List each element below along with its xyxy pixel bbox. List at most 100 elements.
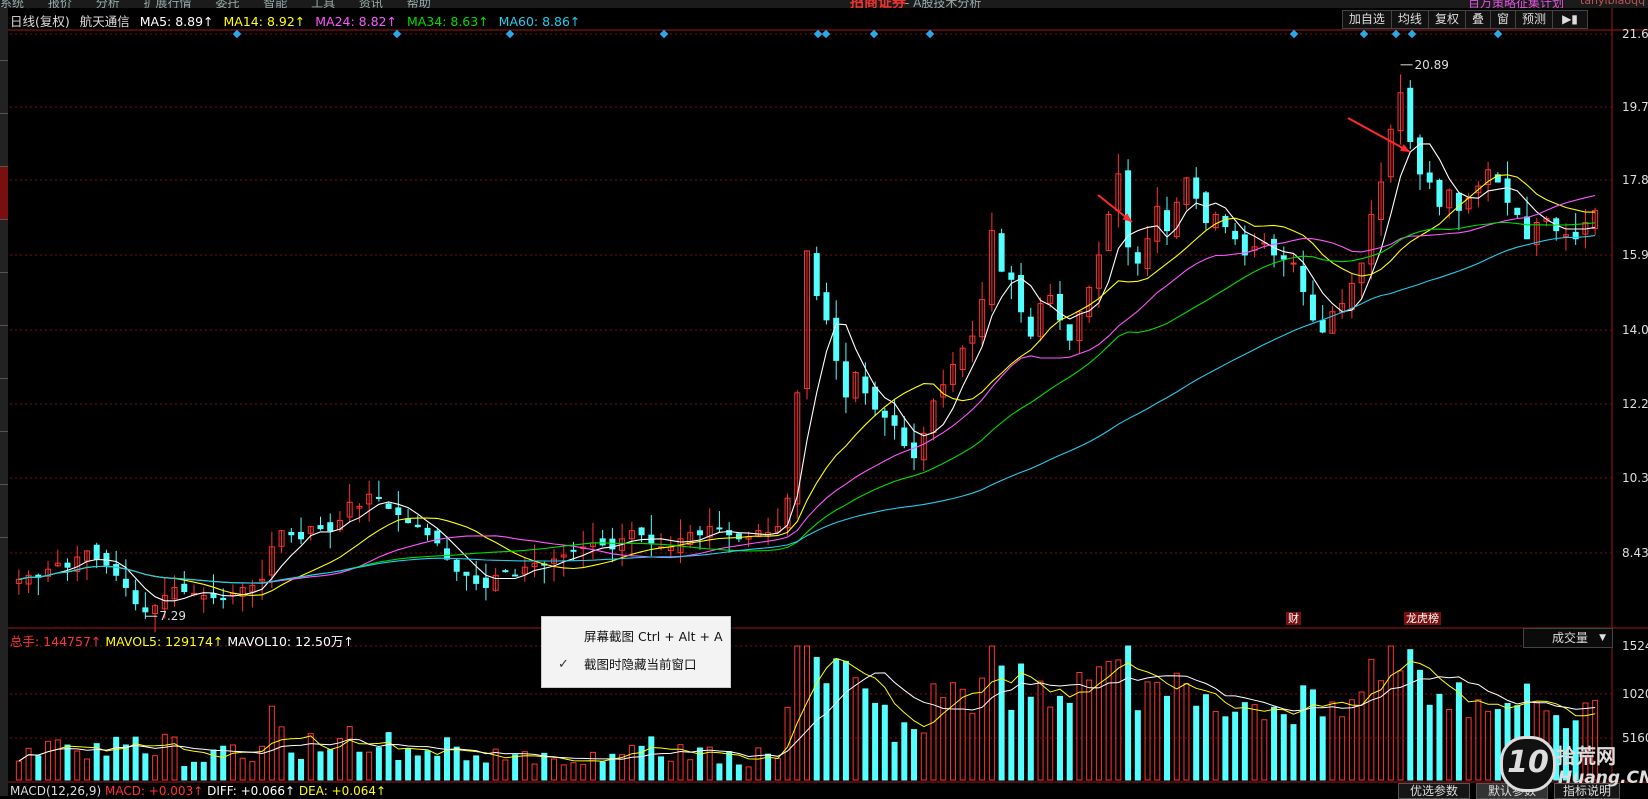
ma34-value: MA34: 8.63↑ xyxy=(406,14,489,29)
volume-bar xyxy=(220,745,227,781)
candle-body xyxy=(872,386,879,410)
candle-body xyxy=(1056,293,1063,321)
candle-body xyxy=(1202,192,1209,224)
candle-body xyxy=(424,527,431,536)
volume-bar xyxy=(1222,716,1229,781)
hide-window-menu-item[interactable]: ✓ 截图时隐藏当前窗口 xyxy=(542,651,730,679)
candle-body xyxy=(405,518,412,524)
forecast-button[interactable]: 预测 xyxy=(1514,10,1553,29)
event-diamond-icon xyxy=(232,29,242,39)
volume-bar xyxy=(1368,658,1375,781)
volume-bar xyxy=(492,748,499,781)
chart-toolbar: 加自选 均线 复权 叠 窗 预测 ▶▮ xyxy=(1341,10,1588,29)
event-diamond-icon xyxy=(1391,29,1401,39)
volume-bar xyxy=(1164,695,1171,781)
volume-axis-label: 1524 xyxy=(1622,639,1648,653)
price-axis-label: 12.22 xyxy=(1622,397,1648,411)
volume-bar xyxy=(45,740,52,781)
screenshot-menu-item[interactable]: 屏幕截图 Ctrl + Alt + A xyxy=(542,623,730,651)
volume-bar xyxy=(1261,719,1268,781)
window-button[interactable]: 窗 xyxy=(1489,10,1516,29)
volume-bar xyxy=(609,753,616,781)
volume-bar xyxy=(1300,685,1307,781)
volume-bar xyxy=(1339,716,1346,781)
volume-indicator-select[interactable]: 成交量 ▼ xyxy=(1523,628,1613,648)
event-diamond-icon xyxy=(1493,29,1503,39)
volume-bar xyxy=(1455,682,1462,781)
event-diamond-icon xyxy=(505,29,515,39)
candle-body xyxy=(1290,262,1297,265)
volume-bar xyxy=(1202,694,1209,781)
candle-body xyxy=(1222,216,1229,228)
volume-bar xyxy=(959,688,966,781)
volume-bar xyxy=(628,744,635,781)
candle-body xyxy=(142,607,149,613)
candle-body xyxy=(502,570,509,573)
volume-bar xyxy=(1280,714,1287,781)
low-price-label: 7.29 xyxy=(159,609,186,623)
ma5-value: MA5: 8.89↑ xyxy=(139,14,214,29)
volume-bar xyxy=(327,749,334,781)
event-diamond-icon xyxy=(659,29,669,39)
volume-axis-label: 1020 xyxy=(1622,687,1648,701)
stock-name: 航天通信 xyxy=(79,14,130,29)
candle-body xyxy=(1407,87,1414,142)
price-axis-label: 15.99 xyxy=(1622,248,1648,262)
candle-body xyxy=(375,496,382,499)
kline-chart[interactable]: 21.65 19.78 17.88 15.99 14.09 12.22 10.32 8.43 2… xyxy=(0,0,1648,796)
candle-body xyxy=(210,593,217,599)
candle-body xyxy=(1066,324,1073,341)
volume-bar xyxy=(823,683,830,781)
volume-bar xyxy=(755,747,762,781)
volume-bar xyxy=(1212,710,1219,781)
volume-bar xyxy=(1037,680,1044,781)
volume-bar xyxy=(229,744,236,781)
volume-bar xyxy=(1348,699,1355,781)
volume-bar xyxy=(336,738,343,781)
ma-button[interactable]: 均线 xyxy=(1390,10,1429,29)
candle-body xyxy=(716,527,723,530)
candle-body xyxy=(132,590,139,605)
volume-bar xyxy=(395,759,402,781)
chart-info-line: 日线(复权) 航天通信 MA5: 8.89↑ MA14: 8.92↑ MA24:… xyxy=(10,11,586,29)
volume-bar xyxy=(1387,645,1394,781)
candle-body xyxy=(1514,207,1521,215)
add-watchlist-button[interactable]: 加自选 xyxy=(1341,10,1392,29)
dragon-tiger-badge[interactable]: 龙虎榜 xyxy=(1404,612,1441,625)
volume-bar xyxy=(580,763,587,781)
overlay-button[interactable]: 叠 xyxy=(1464,10,1491,29)
mavol10-value: MAVOL10: 12.50万↑ xyxy=(227,634,354,649)
volume-bar xyxy=(103,755,110,781)
volume-bar xyxy=(1407,649,1414,781)
candle-body xyxy=(414,524,421,528)
volume-bar xyxy=(473,755,480,781)
volume-bar xyxy=(1047,706,1054,781)
candle-body xyxy=(911,442,918,459)
price-axis-label: 19.78 xyxy=(1622,100,1648,114)
candle-body xyxy=(823,292,830,321)
ma24-value: MA24: 8.82↑ xyxy=(315,14,397,29)
period-label[interactable]: 日线(复权) xyxy=(10,14,70,29)
candle-body xyxy=(696,530,703,536)
candle-body xyxy=(1319,319,1326,333)
volume-bar xyxy=(648,736,655,781)
mavol5-value: MAVOL5: 129174↑ xyxy=(105,634,224,649)
candle-body xyxy=(93,544,100,560)
candle-body xyxy=(443,548,450,560)
volume-bar xyxy=(191,761,198,781)
candle-body xyxy=(317,525,324,530)
adjust-button[interactable]: 复权 xyxy=(1427,10,1466,29)
candle-body xyxy=(220,597,227,601)
volume-bar xyxy=(765,753,772,781)
volume-bar xyxy=(735,764,742,781)
pin-icon[interactable]: ▶▮ xyxy=(1552,10,1588,29)
volume-bar xyxy=(463,760,470,781)
volume-bar xyxy=(405,748,412,781)
candle-body xyxy=(862,376,869,394)
finance-badge[interactable]: 财 xyxy=(1286,612,1301,625)
tab-preferred-params[interactable]: 优选参数 xyxy=(1398,783,1470,799)
volume-bar xyxy=(298,758,305,781)
candle-body xyxy=(122,578,129,588)
volume-bar xyxy=(161,733,168,781)
candle-body xyxy=(463,571,470,576)
